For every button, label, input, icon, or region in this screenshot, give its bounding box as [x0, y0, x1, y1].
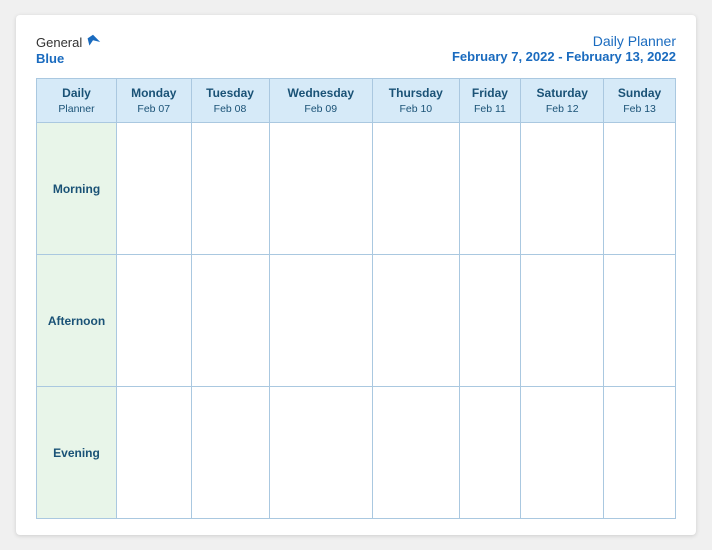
header-col-wednesday: Wednesday Feb 09: [269, 79, 373, 123]
afternoon-wednesday[interactable]: [269, 255, 373, 387]
morning-row: Morning: [37, 123, 676, 255]
morning-thursday[interactable]: [373, 123, 459, 255]
evening-friday[interactable]: [459, 387, 521, 519]
header-col-tuesday: Tuesday Feb 08: [191, 79, 269, 123]
evening-wednesday[interactable]: [269, 387, 373, 519]
morning-sunday[interactable]: [604, 123, 676, 255]
evening-row: Evening: [37, 387, 676, 519]
morning-monday[interactable]: [117, 123, 192, 255]
title-area: Daily Planner February 7, 2022 - Februar…: [452, 33, 676, 64]
header-col-friday: Friday Feb 11: [459, 79, 521, 123]
afternoon-monday[interactable]: [117, 255, 192, 387]
evening-sunday[interactable]: [604, 387, 676, 519]
title-date: February 7, 2022 - February 13, 2022: [452, 49, 676, 64]
page: General Blue Daily Planner February 7, 2…: [16, 15, 696, 535]
afternoon-label: Afternoon: [37, 255, 117, 387]
evening-thursday[interactable]: [373, 387, 459, 519]
logo-blue-text: Blue: [36, 51, 64, 66]
header-col-monday: Monday Feb 07: [117, 79, 192, 123]
afternoon-sunday[interactable]: [604, 255, 676, 387]
calendar-table: Daily Planner Monday Feb 07 Tuesday Feb …: [36, 78, 676, 519]
afternoon-thursday[interactable]: [373, 255, 459, 387]
logo-bird-icon: [84, 33, 102, 51]
morning-label: Morning: [37, 123, 117, 255]
header-col-thursday: Thursday Feb 10: [373, 79, 459, 123]
afternoon-tuesday[interactable]: [191, 255, 269, 387]
header-col-sunday: Sunday Feb 13: [604, 79, 676, 123]
morning-tuesday[interactable]: [191, 123, 269, 255]
afternoon-friday[interactable]: [459, 255, 521, 387]
morning-wednesday[interactable]: [269, 123, 373, 255]
logo-text: General: [36, 33, 102, 51]
morning-friday[interactable]: [459, 123, 521, 255]
afternoon-row: Afternoon: [37, 255, 676, 387]
evening-label: Evening: [37, 387, 117, 519]
evening-tuesday[interactable]: [191, 387, 269, 519]
header-col-saturday: Saturday Feb 12: [521, 79, 604, 123]
logo-area: General Blue: [36, 33, 102, 66]
evening-monday[interactable]: [117, 387, 192, 519]
logo-general-text: General: [36, 35, 82, 50]
header-col-planner: Daily Planner: [37, 79, 117, 123]
afternoon-saturday[interactable]: [521, 255, 604, 387]
header: General Blue Daily Planner February 7, 2…: [36, 33, 676, 66]
morning-saturday[interactable]: [521, 123, 604, 255]
evening-saturday[interactable]: [521, 387, 604, 519]
header-row: Daily Planner Monday Feb 07 Tuesday Feb …: [37, 79, 676, 123]
title-main: Daily Planner: [452, 33, 676, 49]
